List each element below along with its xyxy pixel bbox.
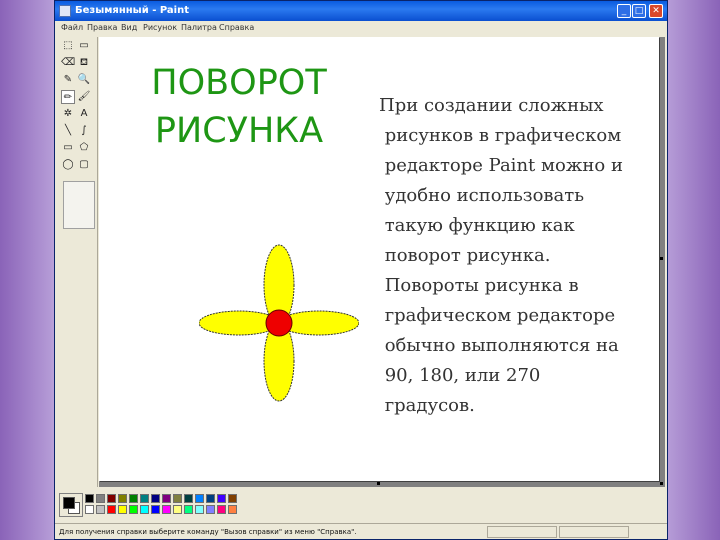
palette-swatch[interactable]: [118, 505, 127, 514]
palette-swatch[interactable]: [107, 505, 116, 514]
text-tool[interactable]: A: [77, 107, 91, 121]
color-palette: [57, 491, 357, 521]
toolbox: ⬚ ▭ ⌫ ⛾ ✎ 🔍 ✏ 🖌 ✲ A ╲ ∫ ▭ ⬠ ◯ ▢: [57, 37, 98, 487]
menu-edit[interactable]: Правка: [87, 21, 117, 35]
rectangle-tool[interactable]: ▭: [61, 141, 75, 155]
pick-color-tool[interactable]: ✎: [61, 73, 75, 87]
tool-options-panel[interactable]: [63, 181, 95, 229]
palette-swatch[interactable]: [85, 494, 94, 503]
palette-swatch[interactable]: [107, 494, 116, 503]
palette-swatch[interactable]: [195, 505, 204, 514]
palette-swatch[interactable]: [151, 494, 160, 503]
menu-colors[interactable]: Палитра: [181, 21, 217, 35]
magnifier-tool[interactable]: 🔍: [77, 73, 91, 87]
menu-image[interactable]: Рисунок: [143, 21, 177, 35]
palette-swatch[interactable]: [85, 505, 94, 514]
current-colors[interactable]: [59, 493, 83, 517]
menu-bar: Файл Правка Вид Рисунок Палитра Справка: [55, 21, 667, 35]
window-title: Безымянный - Paint: [75, 5, 189, 16]
status-size-cell: [559, 526, 629, 538]
palette-swatch[interactable]: [140, 494, 149, 503]
line-tool[interactable]: ╲: [61, 124, 75, 138]
paint-app-icon: [59, 5, 71, 17]
menu-file[interactable]: Файл: [61, 21, 83, 35]
palette-swatch[interactable]: [173, 505, 182, 514]
minimize-button[interactable]: _: [617, 4, 631, 18]
title-bar[interactable]: Безымянный - Paint _ □ ✕: [55, 1, 667, 21]
close-button[interactable]: ✕: [649, 4, 663, 18]
free-select-tool[interactable]: ⬚: [61, 39, 75, 53]
drawing-canvas[interactable]: ПОВОРОТ РИСУНКА При создании сложных рис…: [99, 37, 659, 481]
palette-swatch[interactable]: [195, 494, 204, 503]
rounded-rect-tool[interactable]: ▢: [77, 158, 91, 172]
status-coordinates-cell: [487, 526, 557, 538]
resize-handle-bottom[interactable]: [377, 482, 380, 485]
resize-handle-right[interactable]: [660, 257, 663, 260]
eraser-tool[interactable]: ⌫: [61, 56, 75, 70]
palette-swatch[interactable]: [162, 494, 171, 503]
airbrush-tool[interactable]: ✲: [61, 107, 75, 121]
palette-swatch[interactable]: [217, 494, 226, 503]
resize-handle-corner[interactable]: [660, 482, 663, 485]
canvas-area: ПОВОРОТ РИСУНКА При создании сложных рис…: [99, 37, 665, 487]
flower-center: [265, 309, 293, 337]
status-text: Для получения справки выберите команду "…: [59, 528, 357, 536]
pencil-tool[interactable]: ✏: [61, 90, 75, 104]
palette-swatch[interactable]: [162, 505, 171, 514]
palette-swatch[interactable]: [129, 494, 138, 503]
palette-swatch[interactable]: [206, 494, 215, 503]
select-tool[interactable]: ▭: [77, 39, 91, 53]
maximize-button[interactable]: □: [632, 4, 646, 18]
palette-swatch[interactable]: [118, 494, 127, 503]
palette-swatch[interactable]: [217, 505, 226, 514]
flower-drawing: [199, 244, 359, 402]
paint-window: Безымянный - Paint _ □ ✕ Файл Правка Вид…: [54, 0, 668, 540]
palette-swatch[interactable]: [140, 505, 149, 514]
palette-swatch[interactable]: [228, 494, 237, 503]
menu-view[interactable]: Вид: [121, 21, 137, 35]
palette-swatch[interactable]: [228, 505, 237, 514]
fill-tool[interactable]: ⛾: [77, 56, 91, 70]
palette-swatch[interactable]: [184, 494, 193, 503]
slide-heading: ПОВОРОТ РИСУНКА: [151, 63, 327, 151]
palette-swatch[interactable]: [129, 505, 138, 514]
foreground-color-swatch: [63, 497, 75, 509]
ellipse-tool[interactable]: ◯: [61, 158, 75, 172]
palette-swatch[interactable]: [96, 505, 105, 514]
palette-swatch[interactable]: [206, 505, 215, 514]
curve-tool[interactable]: ∫: [77, 124, 91, 138]
palette-swatch[interactable]: [184, 505, 193, 514]
slide-body-text: При создании сложных рисунков в графичес…: [379, 95, 623, 416]
palette-swatch[interactable]: [96, 494, 105, 503]
polygon-tool[interactable]: ⬠: [77, 141, 91, 155]
palette-swatch[interactable]: [151, 505, 160, 514]
menu-help[interactable]: Справка: [219, 21, 254, 35]
status-bar: Для получения справки выберите команду "…: [55, 523, 667, 539]
brush-tool[interactable]: 🖌: [77, 90, 91, 104]
palette-swatch[interactable]: [173, 494, 182, 503]
